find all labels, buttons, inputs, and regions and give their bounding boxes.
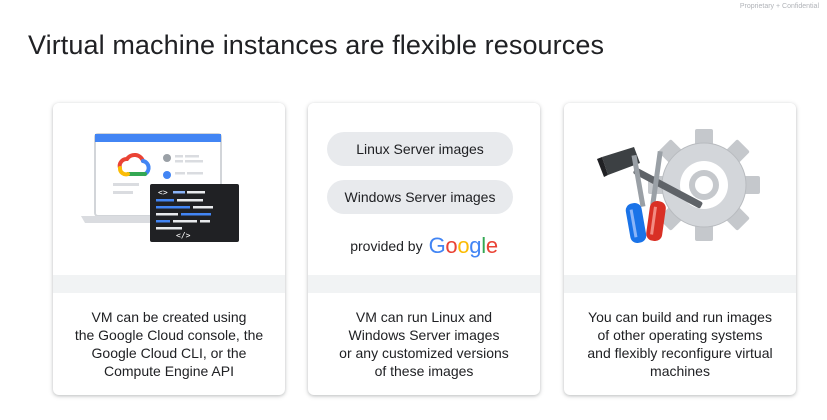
google-logo-letter: o bbox=[445, 233, 458, 258]
screen-line bbox=[113, 191, 133, 194]
caption-line: You can build and run images bbox=[588, 309, 772, 325]
caption-line: or any customized versions bbox=[339, 345, 509, 361]
linux-images-pill: Linux Server images bbox=[327, 132, 513, 166]
screwdriver-blue-icon bbox=[625, 154, 647, 243]
caption-line: VM can be created using bbox=[91, 309, 247, 325]
card-os-images: Linux Server images Windows Server image… bbox=[308, 103, 540, 395]
card-create-vm: <> </> VM can be created using the Googl… bbox=[53, 103, 285, 395]
caption-line: of other operating systems bbox=[597, 327, 763, 343]
google-logo-letter: g bbox=[469, 233, 482, 258]
card-band bbox=[53, 275, 285, 293]
laptop-console-illustration: <> </> bbox=[81, 133, 239, 242]
windows-images-pill: Windows Server images bbox=[327, 180, 513, 214]
card-band bbox=[564, 275, 796, 293]
google-logo-letter: o bbox=[457, 233, 470, 258]
card-illustration: Linux Server images Windows Server image… bbox=[308, 103, 540, 275]
terminal-window-icon: <> </> bbox=[150, 184, 239, 242]
confidential-label: Proprietary + Confidential bbox=[739, 3, 819, 10]
svg-text:<>: <> bbox=[158, 188, 168, 197]
gear-tools-illustration bbox=[597, 129, 760, 243]
caption-line: and flexibly reconfigure virtual bbox=[587, 345, 773, 361]
caption-line: Compute Engine API bbox=[104, 363, 234, 379]
card-caption: You can build and run images of other op… bbox=[564, 293, 796, 395]
caption-line: VM can run Linux and bbox=[355, 309, 493, 325]
provided-by-google: provided by Google bbox=[308, 231, 540, 261]
card-caption: VM can be created using the Google Cloud… bbox=[53, 293, 285, 395]
svg-text:</>: </> bbox=[176, 231, 191, 240]
laptop-titlebar bbox=[95, 134, 221, 142]
caption-line: the Google Cloud console, the bbox=[74, 327, 264, 343]
caption-line: of these images bbox=[374, 363, 474, 379]
google-logo-letter: e bbox=[485, 233, 498, 258]
google-logo-letter: G bbox=[428, 233, 446, 258]
provided-by-text: provided by bbox=[350, 238, 423, 254]
card-illustration bbox=[564, 103, 796, 275]
caption-line: machines bbox=[650, 363, 710, 379]
google-logo: Google bbox=[429, 233, 498, 259]
card-illustration: <> </> bbox=[53, 103, 285, 275]
caption-line: Windows Server images bbox=[348, 327, 500, 343]
card-caption: VM can run Linux and Windows Server imag… bbox=[308, 293, 540, 395]
card-other-os: You can build and run images of other op… bbox=[564, 103, 796, 395]
card-band bbox=[308, 275, 540, 293]
screen-line bbox=[113, 183, 139, 186]
caption-line: Google Cloud CLI, or the bbox=[91, 345, 247, 361]
page-title: Virtual machine instances are flexible r… bbox=[28, 30, 605, 60]
